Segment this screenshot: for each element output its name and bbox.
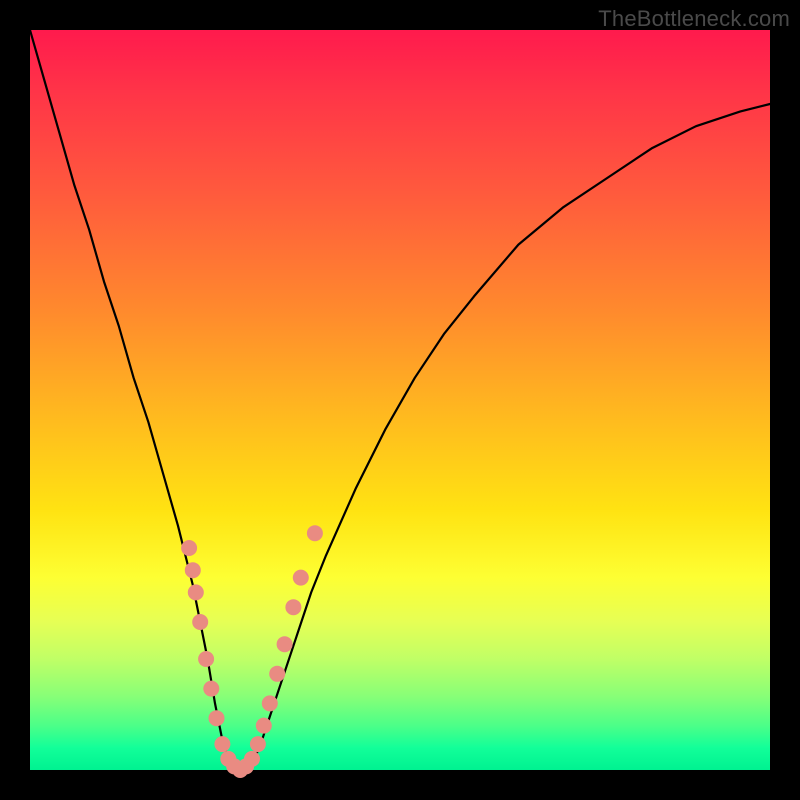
data-marker: [256, 718, 272, 734]
data-marker: [209, 710, 225, 726]
data-marker: [198, 651, 214, 667]
chart-frame: TheBottleneck.com: [0, 0, 800, 800]
data-marker: [269, 666, 285, 682]
data-marker: [185, 562, 201, 578]
data-marker: [181, 540, 197, 556]
data-marker: [277, 636, 293, 652]
data-marker: [188, 584, 204, 600]
data-marker: [285, 599, 301, 615]
data-marker: [244, 751, 260, 767]
data-marker: [192, 614, 208, 630]
data-marker: [262, 695, 278, 711]
data-marker: [203, 681, 219, 697]
chart-svg: [30, 30, 770, 770]
data-marker: [214, 736, 230, 752]
data-marker: [293, 570, 309, 586]
plot-area: [30, 30, 770, 770]
data-marker: [307, 525, 323, 541]
data-markers: [181, 525, 323, 778]
data-marker: [250, 736, 266, 752]
watermark-label: TheBottleneck.com: [598, 6, 790, 32]
bottleneck-curve: [30, 30, 770, 770]
